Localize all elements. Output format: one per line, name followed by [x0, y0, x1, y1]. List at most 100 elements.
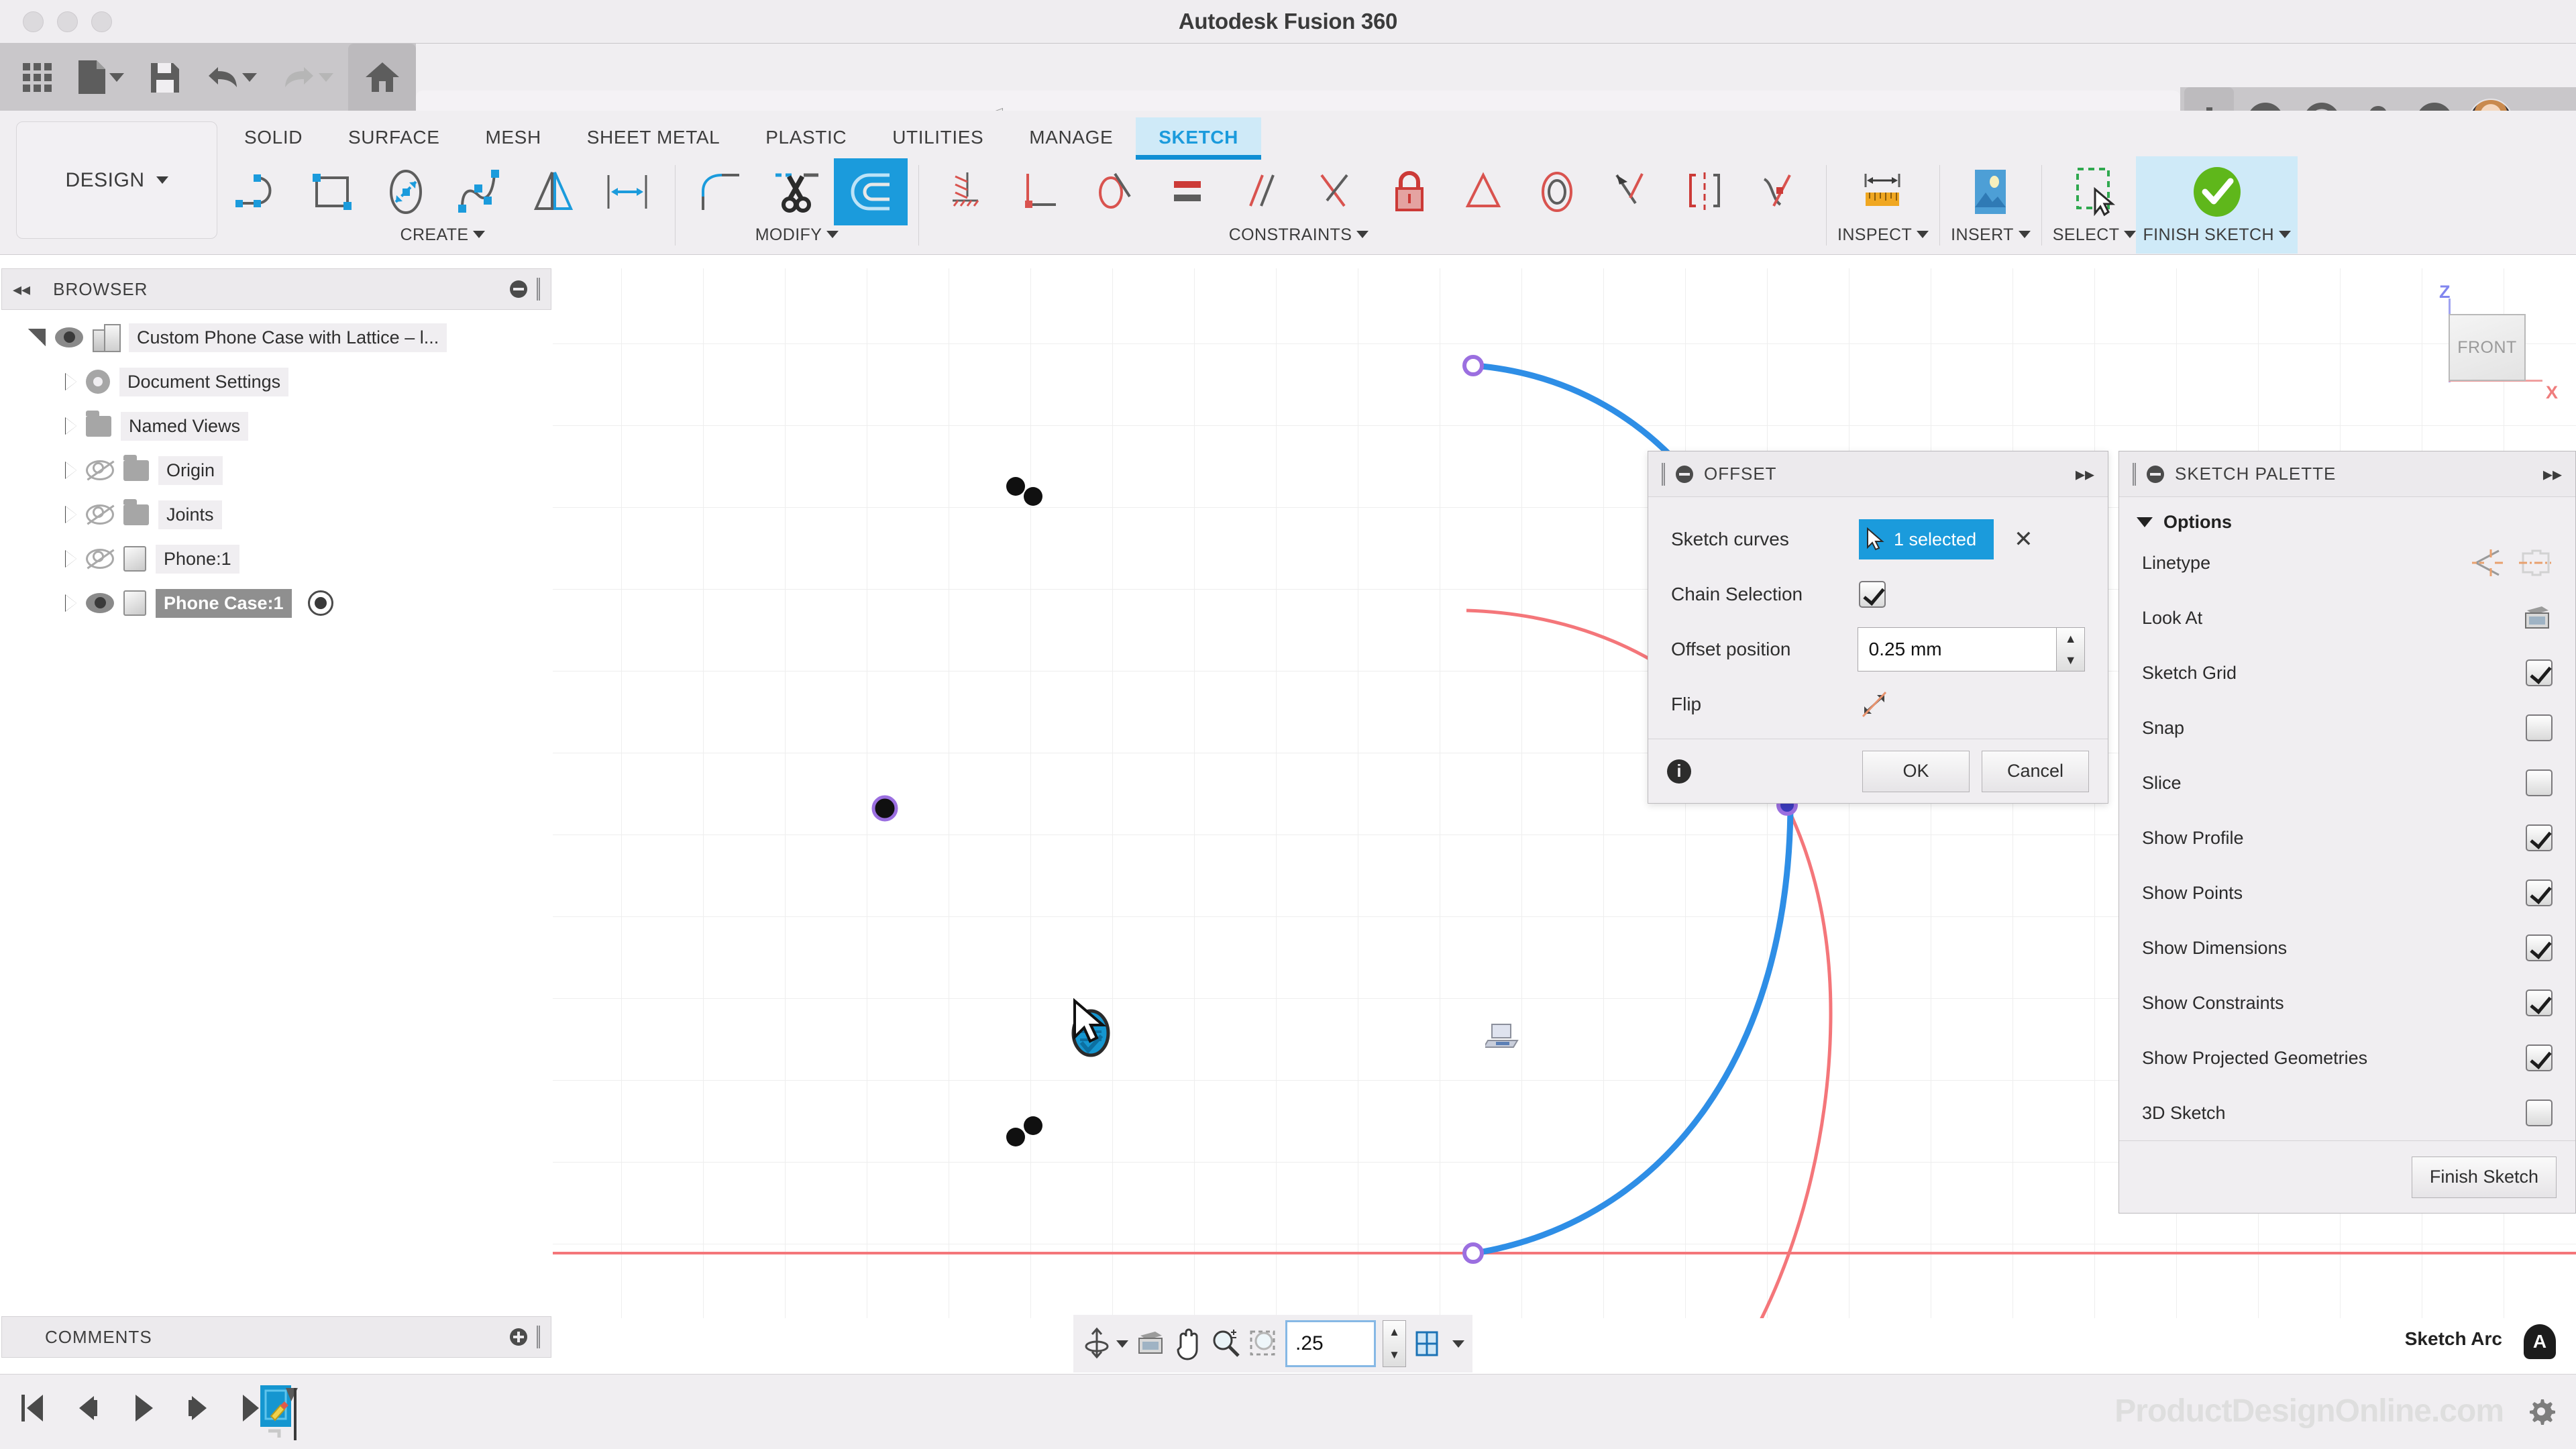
minimize-window-button[interactable]: [57, 11, 78, 32]
show-profile-checkbox[interactable]: [2526, 824, 2553, 851]
flip-icon[interactable]: [1859, 690, 1890, 719]
save-button[interactable]: [139, 44, 191, 111]
view-cube[interactable]: FRONT: [2449, 314, 2526, 381]
fix-unfix-constraint-button[interactable]: [1373, 158, 1446, 225]
3d-sketch-checkbox[interactable]: [2526, 1099, 2553, 1126]
undo-button[interactable]: [195, 44, 268, 111]
show-dimensions-checkbox[interactable]: [2526, 934, 2553, 961]
snap-checkbox[interactable]: [2526, 714, 2553, 741]
comments-resize-grip[interactable]: [537, 1326, 540, 1348]
curvature-constraint-button[interactable]: [1741, 158, 1815, 225]
play-button[interactable]: [122, 1384, 164, 1432]
sketch-dimension-tool-button[interactable]: [590, 158, 664, 225]
horizontal-vertical-constraint-button[interactable]: [930, 158, 1004, 225]
window-traffic-lights[interactable]: [23, 0, 112, 44]
activate-component-radio[interactable]: [307, 590, 333, 616]
midpoint-constraint-button[interactable]: [1668, 158, 1741, 225]
tab-solid[interactable]: SOLID: [221, 117, 325, 155]
stepper-down-icon[interactable]: ▼: [2057, 649, 2084, 671]
coincident-constraint-button[interactable]: [1299, 158, 1373, 225]
tab-mesh[interactable]: MESH: [462, 117, 564, 155]
finish-sketch-button[interactable]: Finish Sketch: [2411, 1156, 2557, 1198]
construction-linetype-icon[interactable]: [2469, 548, 2504, 578]
dialog-drag-grip[interactable]: [1662, 462, 1665, 486]
ok-button[interactable]: OK: [1862, 750, 1970, 792]
expand-arrow-icon[interactable]: [65, 373, 76, 390]
options-section-header[interactable]: Options: [2119, 497, 2575, 535]
centerline-linetype-icon[interactable]: [2518, 548, 2553, 578]
browser-item-named-views[interactable]: Named Views: [1, 404, 551, 448]
browser-item-origin[interactable]: Origin: [1, 448, 551, 492]
expand-arrow-icon[interactable]: [65, 594, 76, 612]
offset-tool-button[interactable]: [834, 158, 908, 225]
info-icon[interactable]: i: [1667, 759, 1691, 784]
visibility-icon[interactable]: [86, 593, 114, 613]
mirror-tool-button[interactable]: [517, 158, 590, 225]
line-tool-button[interactable]: [221, 158, 295, 225]
minimize-browser-button[interactable]: [510, 280, 527, 298]
perpendicular-constraint-button[interactable]: [1004, 158, 1077, 225]
expand-arrow-icon[interactable]: [65, 462, 76, 479]
sketch-curves-selection-button[interactable]: 1 selected: [1859, 519, 1994, 559]
chain-selection-checkbox[interactable]: [1859, 581, 1886, 608]
browser-item-joints[interactable]: Joints: [1, 492, 551, 537]
new-file-button[interactable]: [66, 44, 135, 111]
timeline-item-sketch[interactable]: [256, 1381, 305, 1443]
rectangle-tool-button[interactable]: [295, 158, 369, 225]
show-projected-geometries-checkbox[interactable]: [2526, 1044, 2553, 1071]
browser-item-document-settings[interactable]: Document Settings: [1, 360, 551, 404]
sketch-grid-checkbox[interactable]: [2526, 659, 2553, 686]
offset-position-stepper[interactable]: ▲ ▼: [2057, 627, 2085, 672]
step-back-button[interactable]: [67, 1384, 109, 1432]
tab-utilities[interactable]: UTILITIES: [869, 117, 1006, 155]
slice-checkbox[interactable]: [2526, 769, 2553, 796]
minimize-palette-button[interactable]: [2147, 465, 2164, 483]
offset-position-input[interactable]: 0.25 mm: [1857, 627, 2057, 672]
expand-arrow-icon[interactable]: [65, 417, 76, 435]
look-at-icon[interactable]: [2522, 604, 2553, 632]
finish-sketch-tool-button[interactable]: [2170, 158, 2264, 225]
expand-arrow-icon[interactable]: [65, 506, 76, 523]
symmetry-constraint-button[interactable]: [1446, 158, 1520, 225]
collapse-browser-button[interactable]: ◂◂: [13, 279, 30, 300]
parallel-constraint-button[interactable]: [1225, 158, 1299, 225]
concentric-constraint-button[interactable]: [1520, 158, 1594, 225]
stepper-up-icon[interactable]: ▲: [2057, 628, 2084, 649]
visibility-off-icon[interactable]: [86, 504, 114, 525]
home-button[interactable]: [348, 44, 416, 111]
fillet-tool-button[interactable]: [686, 158, 760, 225]
expand-arrow-icon[interactable]: [65, 550, 76, 568]
clear-selection-button[interactable]: ✕: [2014, 528, 2033, 551]
expand-dialog-button[interactable]: ▸▸: [2076, 463, 2094, 485]
tab-manage[interactable]: MANAGE: [1006, 117, 1136, 155]
close-window-button[interactable]: [23, 11, 44, 32]
circle-tool-button[interactable]: [369, 158, 443, 225]
add-comment-button[interactable]: [510, 1328, 527, 1346]
visibility-icon[interactable]: [55, 327, 83, 347]
browser-item-phone[interactable]: Phone:1: [1, 537, 551, 581]
insert-image-tool-button[interactable]: [1953, 158, 2027, 225]
show-constraints-checkbox[interactable]: [2526, 989, 2553, 1016]
maximize-window-button[interactable]: [91, 11, 112, 32]
show-points-checkbox[interactable]: [2526, 879, 2553, 906]
tab-surface[interactable]: SURFACE: [325, 117, 462, 155]
select-tool-button[interactable]: [2057, 158, 2131, 225]
collinear-constraint-button[interactable]: [1594, 158, 1668, 225]
measure-tool-button[interactable]: [1846, 158, 1920, 225]
tangent-constraint-button[interactable]: [1077, 158, 1151, 225]
redo-button[interactable]: [272, 44, 344, 111]
expand-arrow-icon[interactable]: [28, 329, 46, 346]
palette-drag-grip[interactable]: [2133, 462, 2136, 486]
browser-item-phone-case[interactable]: Phone Case:1: [1, 581, 551, 625]
visibility-off-icon[interactable]: [86, 460, 114, 480]
minimize-dialog-button[interactable]: [1676, 465, 1693, 483]
browser-resize-grip[interactable]: [537, 278, 540, 301]
go-to-beginning-button[interactable]: [12, 1384, 54, 1432]
tab-sheet-metal[interactable]: SHEET METAL: [564, 117, 743, 155]
step-forward-button[interactable]: [177, 1384, 219, 1432]
spline-tool-button[interactable]: [443, 158, 517, 225]
tab-plastic[interactable]: PLASTIC: [743, 117, 869, 155]
trim-tool-button[interactable]: [760, 158, 834, 225]
visibility-off-icon[interactable]: [86, 549, 114, 569]
expand-palette-button[interactable]: ▸▸: [2543, 463, 2562, 485]
